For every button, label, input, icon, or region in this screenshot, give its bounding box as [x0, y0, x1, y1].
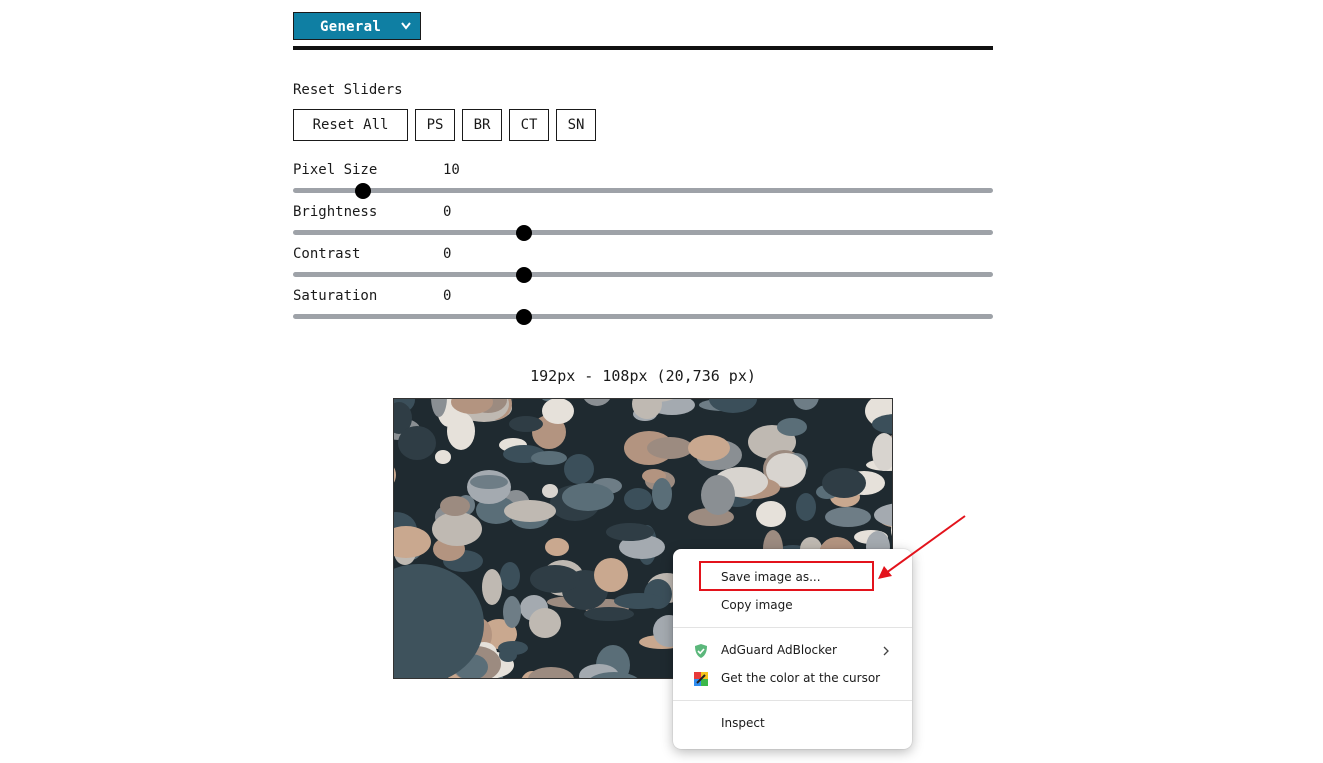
pixel-size-value: 10 — [443, 162, 460, 178]
pebble — [614, 593, 664, 609]
pebble — [398, 426, 436, 460]
pebble — [530, 565, 580, 593]
reset-pixel-size-button[interactable]: PS — [415, 109, 455, 141]
pebble — [606, 523, 654, 541]
pebble — [482, 569, 502, 605]
brightness-value: 0 — [443, 204, 452, 220]
pebble — [825, 507, 871, 527]
pebble — [584, 607, 634, 621]
annotation-highlight-box — [699, 561, 874, 591]
reset-sliders-heading: Reset Sliders — [293, 82, 403, 98]
saturation-label: Saturation — [293, 288, 378, 304]
pebble — [440, 496, 470, 516]
contrast-slider-thumb[interactable] — [516, 267, 532, 283]
pebble — [647, 437, 693, 459]
brightness-slider[interactable] — [293, 230, 993, 235]
pebble — [509, 416, 543, 432]
saturation-slider-thumb[interactable] — [516, 309, 532, 325]
pixel-size-slider-thumb[interactable] — [355, 183, 371, 199]
contrast-slider[interactable] — [293, 272, 993, 277]
pebble — [796, 493, 816, 521]
menu-item-color-picker[interactable]: Get the color at the cursor — [673, 666, 912, 692]
tab-underline — [293, 46, 993, 50]
pebble — [435, 450, 451, 464]
color-picker-icon — [694, 672, 708, 686]
menu-separator — [673, 700, 912, 701]
pebble — [542, 399, 574, 424]
pebble — [504, 500, 556, 522]
menu-item-inspect[interactable]: Inspect — [673, 711, 912, 737]
pebble — [756, 501, 786, 527]
pebble — [688, 435, 730, 461]
pebble — [529, 608, 561, 638]
pebble — [500, 562, 520, 590]
annotation-arrow-icon — [878, 515, 966, 579]
pebble — [499, 648, 517, 662]
pebble — [503, 596, 521, 628]
menu-item-copy-image[interactable]: Copy image — [673, 593, 912, 619]
menu-item-adguard[interactable]: AdGuard AdBlocker — [673, 638, 912, 664]
pebble — [564, 454, 594, 484]
menu-separator — [673, 627, 912, 628]
pebble — [531, 451, 567, 465]
pebble — [822, 468, 866, 498]
chevron-down-icon — [401, 22, 411, 30]
reset-saturation-button[interactable]: SN — [556, 109, 596, 141]
contrast-label: Contrast — [293, 246, 361, 262]
pixel-size-slider[interactable] — [293, 188, 993, 193]
tab-dropdown-label: General — [320, 19, 382, 35]
tab-dropdown[interactable]: General — [293, 12, 421, 40]
pebble — [432, 512, 482, 546]
chevron-right-icon — [883, 646, 889, 656]
pebble — [542, 484, 558, 498]
pixel-size-label: Pixel Size — [293, 162, 378, 178]
saturation-slider[interactable] — [293, 314, 993, 319]
pebble — [470, 475, 508, 489]
pebble — [594, 558, 628, 592]
reset-all-button[interactable]: Reset All — [293, 109, 408, 141]
pebble — [777, 418, 807, 436]
pebble — [701, 475, 735, 515]
reset-brightness-button[interactable]: BR — [462, 109, 502, 141]
brightness-label: Brightness — [293, 204, 378, 220]
pebble — [562, 483, 614, 511]
saturation-value: 0 — [443, 288, 452, 304]
image-dimensions: 192px - 108px (20,736 px) — [530, 367, 756, 385]
brightness-slider-thumb[interactable] — [516, 225, 532, 241]
shield-icon — [695, 644, 707, 658]
pebble — [624, 488, 652, 510]
pebble — [545, 538, 569, 556]
reset-contrast-button[interactable]: CT — [509, 109, 549, 141]
contrast-value: 0 — [443, 246, 452, 262]
pebble — [652, 478, 672, 510]
